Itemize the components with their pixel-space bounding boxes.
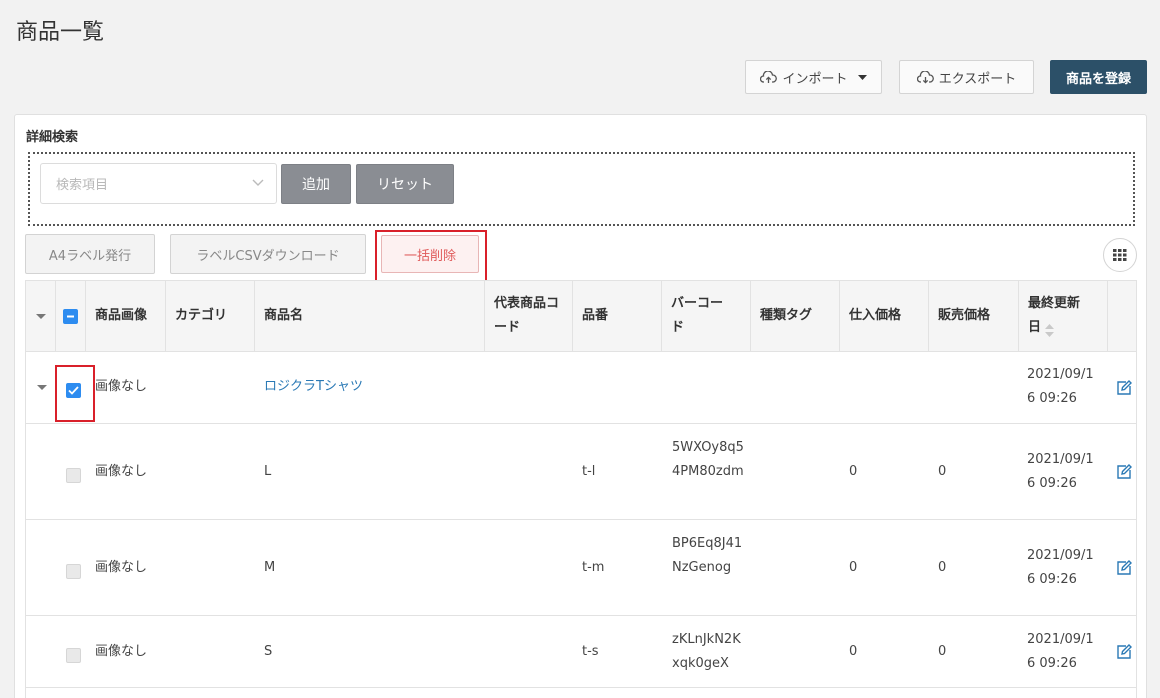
header-updated-label: 最終更新日 xyxy=(1028,296,1081,335)
table-row: 画像なし S t-s zKLnJkN2Kxqk0geX 0 0 2021/09/… xyxy=(26,616,1136,688)
export-label: エクスポート xyxy=(938,71,1017,87)
cloud-download-icon xyxy=(916,70,934,84)
header-sku: 品番 xyxy=(573,281,662,351)
add-condition-button[interactable]: 追加 xyxy=(281,164,351,204)
row-sku: t-s xyxy=(582,644,599,659)
header-price: 販売価格 xyxy=(929,281,1019,351)
edit-icon[interactable] xyxy=(1116,464,1132,480)
header-updated[interactable]: 最終更新日 xyxy=(1019,281,1108,351)
table-row: 画像なし L t-l 5WXOy8q54PM80zdm 0 0 2021/09/… xyxy=(26,424,1136,520)
row-product-name-link[interactable]: ロジクラTシャツ xyxy=(264,375,363,399)
check-icon xyxy=(68,386,79,395)
row-image: 画像なし xyxy=(95,560,148,575)
a4-label-button[interactable]: A4ラベル発行 xyxy=(25,234,155,274)
expand-all-toggle[interactable] xyxy=(26,281,56,351)
row-sku: t-l xyxy=(582,464,596,479)
table-row: 画像なし ロジクラTシャツ 2021/09/16 09:26 xyxy=(26,352,1136,424)
row-barcode: BP6Eq8J41NzGenog xyxy=(672,536,743,575)
row-updated: 2021/09/16 09:26 xyxy=(1027,367,1094,406)
header-category: カテゴリ xyxy=(166,281,255,351)
cloud-upload-icon xyxy=(760,70,778,83)
row-sku: t-m xyxy=(582,560,605,575)
row-barcode: zKLnJkN2Kxqk0geX xyxy=(672,632,741,671)
row-checkbox[interactable] xyxy=(66,383,81,398)
row-product-name: L xyxy=(264,464,272,479)
row-image: 画像なし xyxy=(95,379,148,394)
product-table: 商品画像 カテゴリ 商品名 代表商品コード 品番 バーコード 種類タグ 仕入価格… xyxy=(25,280,1137,698)
row-cost: 0 xyxy=(849,464,858,479)
row-cost: 0 xyxy=(849,644,858,659)
edit-icon[interactable] xyxy=(1116,644,1132,660)
row-image: 画像なし xyxy=(95,644,148,659)
export-button[interactable]: エクスポート xyxy=(899,60,1034,94)
edit-icon[interactable] xyxy=(1116,380,1132,396)
caret-down-icon xyxy=(35,313,46,319)
row-image: 画像なし xyxy=(95,464,148,479)
import-label: インポート xyxy=(782,71,848,87)
header-image: 商品画像 xyxy=(86,281,166,351)
search-field-placeholder: 検索項目 xyxy=(56,178,109,193)
label-csv-download-button[interactable]: ラベルCSVダウンロード xyxy=(170,234,366,274)
column-settings-button[interactable] xyxy=(1103,238,1137,272)
row-product-name: S xyxy=(264,644,273,659)
row-price: 0 xyxy=(938,464,947,479)
table-header: 商品画像 カテゴリ 商品名 代表商品コード 品番 バーコード 種類タグ 仕入価格… xyxy=(26,280,1136,352)
sort-icon[interactable] xyxy=(1045,324,1054,337)
search-title: 詳細検索 xyxy=(26,130,79,145)
minus-icon xyxy=(67,315,74,317)
edit-icon[interactable] xyxy=(1116,560,1132,576)
row-cost: 0 xyxy=(849,560,858,575)
row-barcode: 5WXOy8q54PM80zdm xyxy=(672,440,744,479)
import-button[interactable]: インポート xyxy=(745,60,882,94)
row-updated: 2021/09/16 09:26 xyxy=(1027,452,1094,491)
page-title: 商品一覧 xyxy=(16,20,105,45)
header-tags: 種類タグ xyxy=(751,281,840,351)
bulk-delete-button[interactable]: 一括削除 xyxy=(381,235,479,273)
table-row: 画像なし M t-m BP6Eq8J41NzGenog 0 0 2021/09/… xyxy=(26,520,1136,616)
header-barcode: バーコード xyxy=(662,281,751,351)
header-rep-code: 代表商品コード xyxy=(485,281,573,351)
row-updated: 2021/09/16 09:26 xyxy=(1027,632,1094,671)
caret-down-icon xyxy=(857,74,867,80)
row-price: 0 xyxy=(938,644,947,659)
row-updated: 2021/09/16 09:26 xyxy=(1027,548,1094,587)
header-name: 商品名 xyxy=(255,281,485,351)
register-product-button[interactable]: 商品を登録 xyxy=(1050,60,1147,94)
caret-down-icon[interactable] xyxy=(37,385,47,390)
row-checkbox[interactable] xyxy=(66,564,81,579)
select-all-checkbox[interactable] xyxy=(63,308,78,324)
grid-icon xyxy=(1113,249,1127,261)
row-product-name: M xyxy=(264,560,276,575)
header-checkbox-cell xyxy=(56,281,86,351)
row-checkbox[interactable] xyxy=(66,468,81,483)
row-price: 0 xyxy=(938,560,947,575)
header-cost: 仕入価格 xyxy=(840,281,929,351)
search-field-select[interactable]: 検索項目 xyxy=(40,163,277,204)
reset-button[interactable]: リセット xyxy=(356,164,454,204)
row-checkbox[interactable] xyxy=(66,648,81,663)
chevron-down-icon xyxy=(252,179,264,186)
